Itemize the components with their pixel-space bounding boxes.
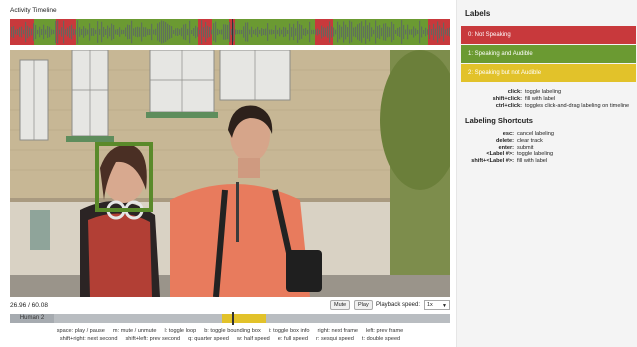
shortcut-hint: space: play / pause [56, 328, 105, 334]
shortcuts-row-1: space: play / pause m: mute / unmute l: to… [10, 328, 450, 336]
chevron-down-icon: ▼ [442, 303, 447, 309]
help-line: delete: clear track [495, 137, 543, 144]
video-frame[interactable] [10, 50, 450, 297]
label-text: 0: Not Speaking [468, 32, 511, 38]
labeling-shortcuts-help: esc: cancel labeling delete: clear track e… [465, 131, 635, 165]
mouse-help: click: toggle labeling shift+click: fill w… [465, 89, 635, 109]
play-button[interactable]: Play [354, 300, 373, 310]
shortcut-hint: t: double speed [361, 335, 401, 342]
label-text: 2: Speaking but not Audible [468, 70, 542, 76]
shortcuts-row-2: shift+right: next second shift+left: prev… [10, 336, 450, 344]
shortcut-hint: shift+right: next second [59, 335, 118, 342]
shortcut-hint: l: toggle loop [164, 328, 197, 334]
track-playhead[interactable] [232, 312, 234, 325]
help-line: click: toggle labeling [507, 89, 562, 95]
labels-title: Labels [465, 9, 491, 18]
label-not-speaking[interactable]: 0: Not Speaking [461, 26, 636, 44]
label-text: 1: Speaking and Audible [468, 51, 533, 57]
playback-speed-value: 1x [427, 302, 433, 308]
shortcut-hint: right: next frame [317, 328, 358, 334]
human-track[interactable]: Human 2 [10, 312, 450, 325]
help-line: shift+click: fill with label [492, 95, 556, 102]
time-readout: 26.96 / 60.08 [10, 302, 48, 309]
player-shortcuts-help: space: play / pause m: mute / unmute l: to… [10, 328, 450, 343]
labeling-shortcuts-title: Labeling Shortcuts [465, 116, 533, 125]
help-line: ctrl+click: toggles click-and-drag labeli… [495, 102, 630, 109]
timeline-waveform [10, 19, 450, 45]
shortcut-hint: i: toggle box info [268, 328, 310, 334]
shortcut-hint: w: half speed [236, 335, 270, 342]
shortcut-hint: b: toggle bounding box [204, 328, 261, 334]
shortcut-hint: shift+left: prev second [125, 335, 181, 342]
help-line: esc: cancel labeling [502, 131, 555, 137]
shortcut-hint: e: full speed [277, 335, 308, 342]
shortcut-hint: left: prev frame [365, 328, 404, 334]
activity-timeline[interactable] [10, 19, 450, 45]
shortcut-hint: q: quarter speed [188, 335, 229, 342]
help-line: enter: submit [498, 144, 534, 151]
shortcut-hint: m: mute / unmute [112, 328, 157, 334]
annotation-workspace: Activity Timeline 26.96 / 60.08 Mute Pla… [0, 0, 456, 347]
timeline-playhead [232, 19, 233, 45]
video-scene-image [10, 50, 450, 297]
track-name: Human 2 [10, 314, 54, 323]
labels-panel: Labels 0: Not Speaking 1: Speaking and A… [456, 0, 637, 347]
label-speaking-not-audible[interactable]: 2: Speaking but not Audible [461, 64, 636, 82]
help-line: <Label #>: toggle labeling [486, 151, 554, 158]
shortcut-hint: r: sesqui speed [315, 335, 354, 342]
playback-speed-select[interactable]: 1x ▼ [424, 300, 450, 310]
playback-speed-label: Playback speed: [376, 302, 421, 308]
timeline-title: Activity Timeline [10, 7, 57, 14]
mute-button[interactable]: Mute [330, 300, 351, 310]
label-speaking-audible[interactable]: 1: Speaking and Audible [461, 45, 636, 63]
track-segment-label-2[interactable] [222, 314, 266, 323]
help-line: shift+<Label #>: fill with label [471, 158, 548, 165]
